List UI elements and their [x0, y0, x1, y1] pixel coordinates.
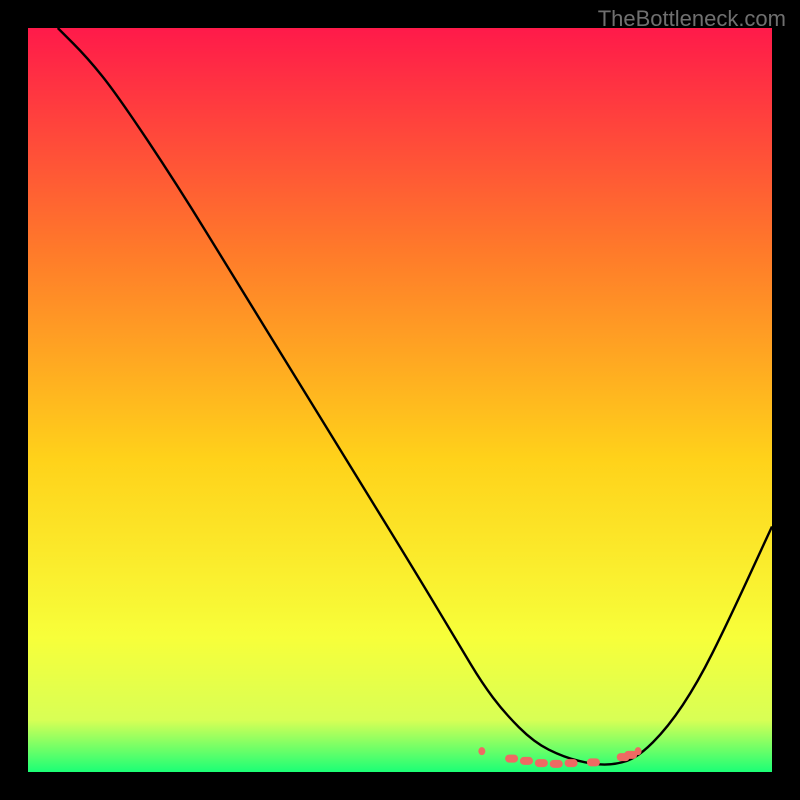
- marker-dot: [535, 759, 548, 767]
- watermark-text: TheBottleneck.com: [598, 6, 786, 32]
- curve-layer: [28, 28, 772, 772]
- marker-dot: [587, 758, 600, 766]
- marker-dot: [635, 747, 642, 755]
- marker-dot: [565, 759, 578, 767]
- chart-frame: TheBottleneck.com: [0, 0, 800, 800]
- marker-group: [478, 747, 641, 768]
- marker-dot: [478, 747, 485, 755]
- marker-dot: [505, 755, 518, 763]
- plot-area: [28, 28, 772, 772]
- marker-dot: [550, 760, 563, 768]
- bottleneck-curve: [58, 28, 772, 765]
- marker-dot: [520, 757, 533, 765]
